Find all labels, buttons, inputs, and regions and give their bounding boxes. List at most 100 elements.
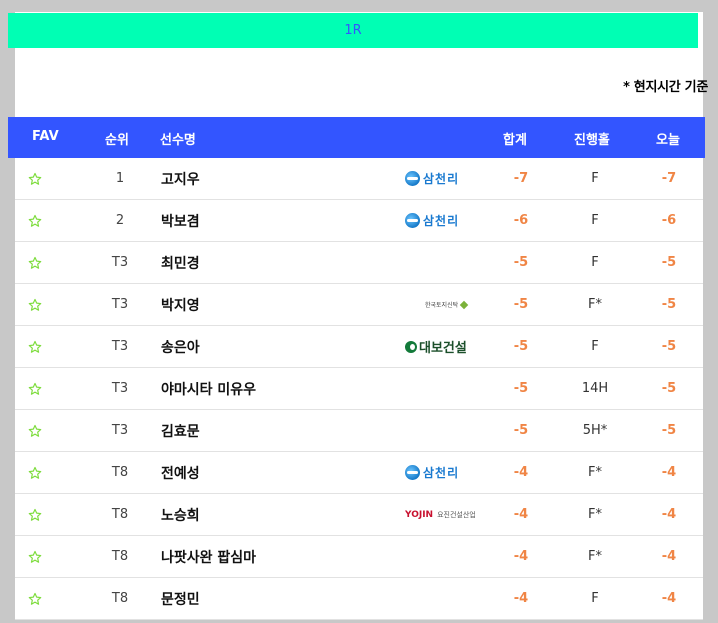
player-total-score: -5 — [513, 255, 529, 270]
player-rank: T3 — [111, 339, 129, 354]
leaderboard-header: FAV 순위 선수명 합계 진행홀 오늘 — [8, 117, 705, 158]
favorite-star-icon[interactable] — [27, 284, 43, 325]
player-name[interactable]: 송은아 — [161, 326, 200, 367]
header-total: 합계 — [503, 133, 527, 148]
player-rank: 1 — [115, 171, 125, 186]
player-total-score: -5 — [513, 381, 529, 396]
player-name[interactable]: 김효문 — [161, 410, 200, 451]
player-holes-played: 14H — [581, 381, 609, 396]
favorite-star-icon[interactable] — [27, 326, 43, 367]
player-holes-played: F* — [588, 465, 602, 480]
favorite-star-icon[interactable] — [27, 536, 43, 577]
player-holes-played: F — [591, 591, 599, 606]
sponsor-logo-hankook-trust: 한국토지신탁 — [405, 284, 485, 325]
player-today-score: -5 — [661, 297, 677, 312]
leaderboard-row-7[interactable]: T3 김효문 -5 5H* -5 — [15, 410, 703, 452]
player-today-score: -5 — [661, 381, 677, 396]
leaderboard-row-4[interactable]: T3 박지영 한국토지신탁 -5 F* -5 — [15, 284, 703, 326]
player-rank: T3 — [111, 423, 129, 438]
player-total-score: -4 — [513, 591, 529, 606]
leaderboard-row-8[interactable]: T8 전예성 삼천리 -4 F* -4 — [15, 452, 703, 494]
player-today-score: -4 — [661, 465, 677, 480]
daebo-mark-icon — [405, 340, 417, 353]
leaderboard-row-11[interactable]: T8 문정민 -4 F -4 — [15, 578, 703, 620]
sponsor-brand: YOJIN — [405, 509, 434, 520]
player-rank: T8 — [111, 591, 129, 606]
leaderboard-row-3[interactable]: T3 최민경 -5 F -5 — [15, 242, 703, 284]
player-total-score: -4 — [513, 549, 529, 564]
sponsor-logo-samchully: 삼천리 — [405, 158, 485, 199]
player-name[interactable]: 최민경 — [161, 242, 200, 283]
favorite-star-icon[interactable] — [27, 242, 43, 283]
sponsor-logo-empty — [405, 410, 485, 451]
player-name[interactable]: 문정민 — [161, 578, 200, 619]
player-rank: T8 — [111, 465, 129, 480]
sponsor-name: 대보건설 — [419, 341, 467, 356]
favorite-star-icon[interactable] — [27, 368, 43, 409]
player-holes-played: F — [591, 255, 599, 270]
leaderboard-row-9[interactable]: T8 노승희 YOJIN 요진건설산업 -4 F* -4 — [15, 494, 703, 536]
header-fav: FAV — [32, 129, 59, 144]
sponsor-logo-empty — [405, 242, 485, 283]
sponsor-name: 요진건설산업 — [437, 510, 476, 519]
sponsor-name: 삼천리 — [423, 172, 460, 186]
sponsor-logo-samchully: 삼천리 — [405, 200, 485, 241]
sponsor-name: 삼천리 — [423, 466, 460, 480]
sponsor-logo-samchully: 삼천리 — [405, 452, 485, 493]
sponsor-logo-empty — [405, 368, 485, 409]
player-today-score: -5 — [661, 423, 677, 438]
header-thru: 진행홀 — [574, 133, 610, 148]
trust-leaf-icon — [459, 300, 469, 309]
player-rank: T3 — [111, 297, 129, 312]
player-today-score: -5 — [661, 339, 677, 354]
favorite-star-icon[interactable] — [27, 494, 43, 535]
player-name[interactable]: 전예성 — [161, 452, 200, 493]
player-today-score: -4 — [661, 507, 677, 522]
player-holes-played: F — [591, 171, 599, 186]
player-today-score: -7 — [661, 171, 677, 186]
sponsor-logo-empty — [405, 578, 485, 619]
sponsor-name: 한국토지신탁 — [425, 302, 459, 309]
favorite-star-icon[interactable] — [27, 452, 43, 493]
player-name[interactable]: 야마시타 미유우 — [161, 368, 256, 409]
leaderboard-rows: 1 고지우 삼천리 -7 F -7 2 박보겸 삼천리 -6 F -6 T3 최… — [15, 158, 703, 620]
player-holes-played: F* — [588, 297, 602, 312]
favorite-star-icon[interactable] — [27, 158, 43, 199]
player-holes-played: F — [591, 339, 599, 354]
player-rank: T8 — [111, 549, 129, 564]
player-name[interactable]: 나팟사완 팝심마 — [161, 536, 256, 577]
player-total-score: -5 — [513, 297, 529, 312]
player-holes-played: F — [591, 213, 599, 228]
leaderboard-row-6[interactable]: T3 야마시타 미유우 -5 14H -5 — [15, 368, 703, 410]
round-tab-1r[interactable]: 1R — [8, 13, 698, 48]
player-holes-played: 5H* — [582, 423, 608, 438]
player-name[interactable]: 박지영 — [161, 284, 200, 325]
header-player-name: 선수명 — [160, 133, 196, 148]
leaderboard-row-2[interactable]: 2 박보겸 삼천리 -6 F -6 — [15, 200, 703, 242]
sponsor-logo-daebo: 대보건설 — [405, 326, 485, 367]
player-today-score: -6 — [661, 213, 677, 228]
player-total-score: -4 — [513, 465, 529, 480]
leaderboard-row-10[interactable]: T8 나팟사완 팝심마 -4 F* -4 — [15, 536, 703, 578]
sponsor-name: 삼천리 — [423, 214, 460, 228]
leaderboard-row-1[interactable]: 1 고지우 삼천리 -7 F -7 — [15, 158, 703, 200]
player-rank: T3 — [111, 255, 129, 270]
player-total-score: -7 — [513, 171, 529, 186]
player-total-score: -6 — [513, 213, 529, 228]
samchully-globe-icon — [405, 465, 420, 480]
player-rank: T3 — [111, 381, 129, 396]
header-today: 오늘 — [656, 133, 680, 148]
player-today-score: -5 — [661, 255, 677, 270]
player-holes-played: F* — [588, 507, 602, 522]
samchully-globe-icon — [405, 213, 420, 228]
favorite-star-icon[interactable] — [27, 410, 43, 451]
favorite-star-icon[interactable] — [27, 578, 43, 619]
player-total-score: -5 — [513, 339, 529, 354]
player-name[interactable]: 박보겸 — [161, 200, 200, 241]
player-name[interactable]: 노승희 — [161, 494, 200, 535]
player-today-score: -4 — [661, 591, 677, 606]
favorite-star-icon[interactable] — [27, 200, 43, 241]
player-name[interactable]: 고지우 — [161, 158, 200, 199]
player-today-score: -4 — [661, 549, 677, 564]
leaderboard-row-5[interactable]: T3 송은아 대보건설 -5 F -5 — [15, 326, 703, 368]
